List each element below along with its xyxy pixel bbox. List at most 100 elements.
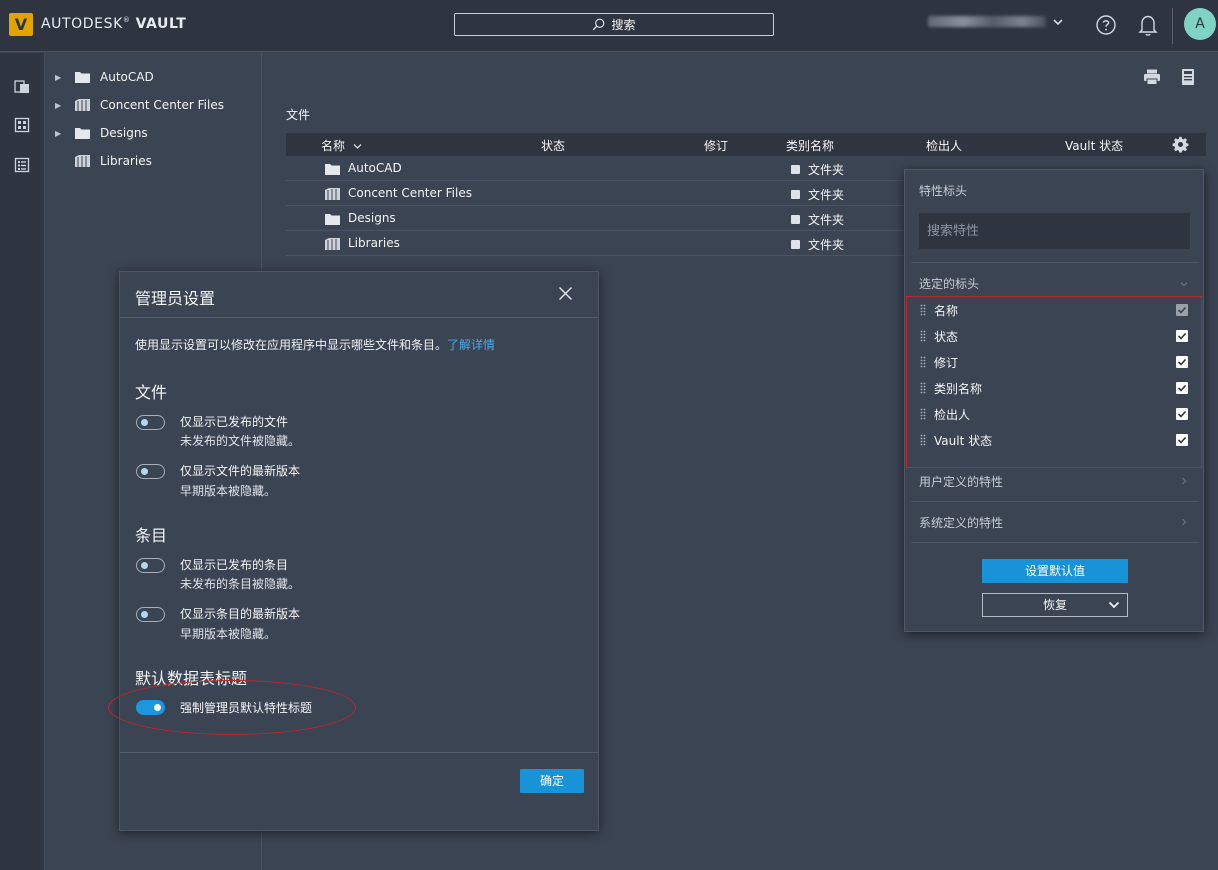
avatar[interactable]: A: [1184, 8, 1216, 40]
selected-headers-heading[interactable]: 选定的标头: [919, 275, 979, 292]
chevron-right-icon[interactable]: [1179, 517, 1189, 527]
header-label: 名称: [934, 304, 959, 318]
latest-file-version-toggle[interactable]: [136, 464, 165, 479]
header-row-name[interactable]: 名称: [907, 297, 1201, 323]
tree-item-label: Designs: [100, 126, 148, 140]
files-icon: [14, 80, 29, 93]
published-items-toggle[interactable]: [136, 558, 165, 573]
admin-settings-dialog: 管理员设置 使用显示设置可以修改在应用程序中显示哪些文件和条目。了解详情 文件 …: [119, 271, 599, 831]
rail-items[interactable]: [0, 105, 44, 145]
help-icon[interactable]: [1095, 14, 1117, 36]
learn-more-link[interactable]: 了解详情: [447, 338, 495, 352]
latest-item-version-toggle[interactable]: [136, 607, 165, 622]
expand-arrow-icon[interactable]: ▶: [55, 101, 65, 110]
property-search-input[interactable]: [919, 213, 1190, 249]
row-name: AutoCAD: [348, 161, 402, 175]
column-header-vault-status[interactable]: Vault 状态: [1065, 137, 1123, 154]
column-header-category[interactable]: 类别名称: [786, 137, 834, 154]
header-checkbox[interactable]: [1176, 330, 1188, 342]
popover-divider: [911, 501, 1199, 502]
popover-divider: [911, 542, 1199, 543]
table-row[interactable]: Concent Center Files 文件夹: [286, 181, 906, 206]
header-checkbox[interactable]: [1176, 382, 1188, 394]
chevron-down-icon[interactable]: [1179, 279, 1189, 289]
close-icon[interactable]: [558, 286, 573, 301]
search-button[interactable]: 搜索: [454, 13, 774, 36]
drag-handle-icon[interactable]: [920, 304, 926, 316]
row-category-label: 文件夹: [808, 163, 845, 177]
check-icon: [1177, 358, 1187, 366]
items-section-heading: 条目: [135, 526, 168, 545]
expand-arrow-icon[interactable]: ▶: [55, 129, 65, 138]
highlight-ellipse: [108, 680, 356, 735]
tree-item-libraries[interactable]: Libraries: [45, 147, 261, 175]
popover-title: 特性标头: [919, 184, 968, 198]
restore-dropdown[interactable]: 恢复: [982, 593, 1128, 617]
table-row[interactable]: Designs 文件夹: [286, 206, 906, 231]
ok-button[interactable]: 确定: [520, 769, 584, 793]
row-category-label: 文件夹: [808, 238, 845, 252]
drag-handle-icon[interactable]: [920, 330, 926, 342]
drag-handle-icon[interactable]: [920, 434, 926, 446]
header-row-checked-out-by[interactable]: 检出人: [907, 401, 1201, 427]
toggle-knob: [141, 611, 148, 618]
user-defined-properties[interactable]: 用户定义的特性: [919, 473, 1003, 490]
dialog-title: 管理员设置: [135, 289, 216, 308]
tree-item-designs[interactable]: ▶ Designs: [45, 119, 261, 147]
published-files-toggle[interactable]: [136, 415, 165, 430]
header-row-vault-status[interactable]: Vault 状态: [907, 427, 1201, 453]
vault-logo[interactable]: V: [9, 13, 33, 36]
expand-arrow-icon[interactable]: ▶: [55, 73, 65, 82]
category-swatch-icon: [791, 190, 800, 199]
option-sub: 早期版本被隐藏。: [180, 627, 277, 641]
rail-lists[interactable]: [0, 145, 44, 185]
header-row-revision[interactable]: 修订: [907, 349, 1201, 375]
check-icon: [1177, 410, 1187, 418]
column-header-status[interactable]: 状态: [541, 137, 565, 154]
row-category: 文件夹: [791, 161, 844, 178]
toggle-knob: [141, 468, 148, 475]
drag-handle-icon[interactable]: [920, 356, 926, 368]
column-label: 名称: [321, 139, 346, 153]
column-header-checked-out-by[interactable]: 检出人: [926, 137, 962, 154]
export-icon[interactable]: [1179, 68, 1197, 86]
row-category: 文件夹: [791, 186, 844, 203]
rail-files[interactable]: [0, 66, 44, 106]
gear-icon[interactable]: [1172, 136, 1189, 153]
chevron-right-icon[interactable]: [1179, 476, 1189, 486]
bell-icon[interactable]: [1137, 13, 1159, 37]
header-label: 检出人: [934, 408, 971, 422]
row-category: 文件夹: [791, 236, 844, 253]
set-default-button[interactable]: 设置默认值: [982, 559, 1128, 583]
tree-item-label: AutoCAD: [100, 70, 154, 84]
user-name-blurred[interactable]: [928, 16, 1046, 27]
toggle-knob: [141, 419, 148, 426]
brand-name: VAULT: [135, 16, 187, 32]
header-row-category[interactable]: 类别名称: [907, 375, 1201, 401]
row-category: 文件夹: [791, 211, 844, 228]
folder-icon: [325, 214, 340, 225]
table-row[interactable]: Libraries 文件夹: [286, 231, 906, 256]
tree-item-concent-center-files[interactable]: ▶ Concent Center Files: [45, 91, 261, 119]
drag-handle-icon[interactable]: [920, 408, 926, 420]
header-checkbox[interactable]: [1176, 356, 1188, 368]
system-defined-properties[interactable]: 系统定义的特性: [919, 514, 1003, 531]
print-icon[interactable]: [1143, 68, 1161, 86]
table-row[interactable]: AutoCAD 文件夹: [286, 156, 906, 181]
tree-item-autocad[interactable]: ▶ AutoCAD: [45, 63, 261, 91]
check-icon: [1177, 306, 1187, 314]
chevron-down-icon: [1108, 601, 1120, 609]
check-icon: [1177, 332, 1187, 340]
chevron-down-icon[interactable]: [1051, 15, 1065, 29]
column-header-revision[interactable]: 修订: [704, 137, 728, 154]
drag-handle-icon[interactable]: [920, 382, 926, 394]
header-checkbox[interactable]: [1176, 434, 1188, 446]
dialog-footer-divider: [120, 752, 598, 753]
toggle-knob: [141, 562, 148, 569]
row-category-label: 文件夹: [808, 188, 845, 202]
brand-prefix: AUTODESK: [41, 16, 123, 32]
search-icon: [593, 18, 605, 31]
column-header-name[interactable]: 名称: [321, 137, 362, 154]
header-row-status[interactable]: 状态: [907, 323, 1201, 349]
header-checkbox[interactable]: [1176, 408, 1188, 420]
